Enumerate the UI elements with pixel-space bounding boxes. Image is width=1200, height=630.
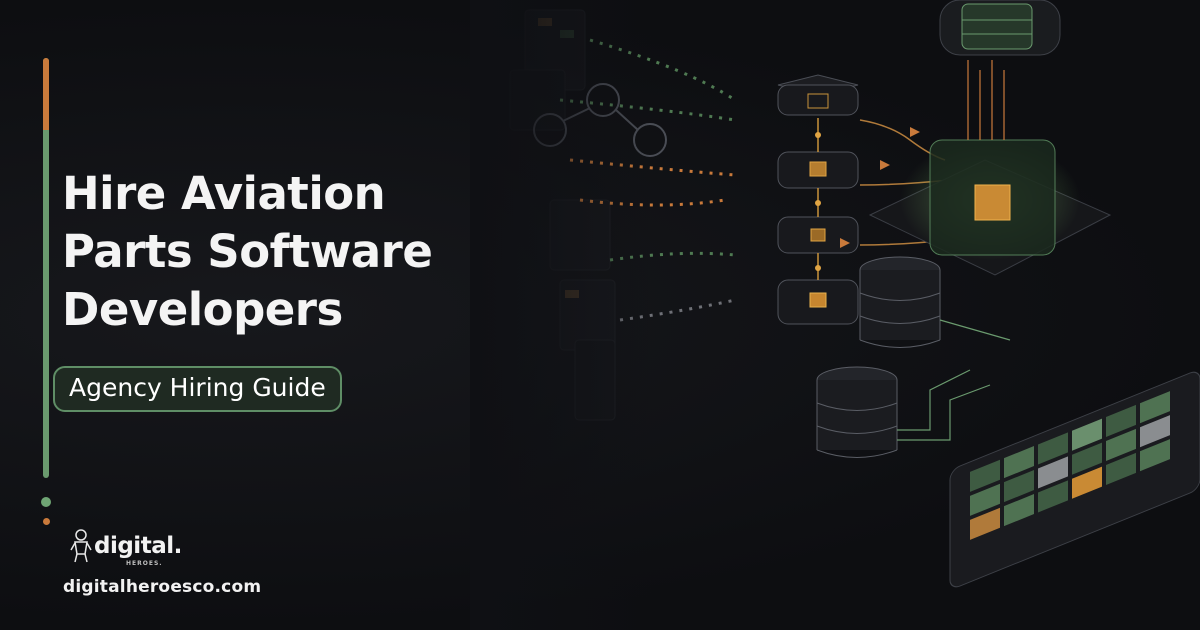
accent-dot-green — [41, 497, 51, 507]
network-illustration — [470, 0, 1200, 630]
website-url: digitalheroesco.com — [63, 577, 262, 597]
headline-line-2: Parts Software — [62, 225, 433, 278]
accent-bar — [43, 58, 49, 478]
headline-line-1: Hire Aviation — [62, 167, 386, 220]
subtitle-badge: Agency Hiring Guide — [53, 366, 342, 412]
accent-bar-orange-segment — [43, 58, 49, 130]
headline-line-3: Developers — [62, 283, 343, 336]
logo-wordmark: digital. HEROES. — [94, 533, 182, 567]
logo-subtext: HEROES. — [126, 560, 163, 567]
hero-figure-icon — [70, 529, 92, 563]
logo-word: digital. — [94, 533, 182, 559]
brand-logo: digital. HEROES. — [70, 528, 182, 567]
headline: Hire Aviation Parts Software Developers — [62, 165, 502, 339]
accent-dot-orange — [43, 518, 50, 525]
